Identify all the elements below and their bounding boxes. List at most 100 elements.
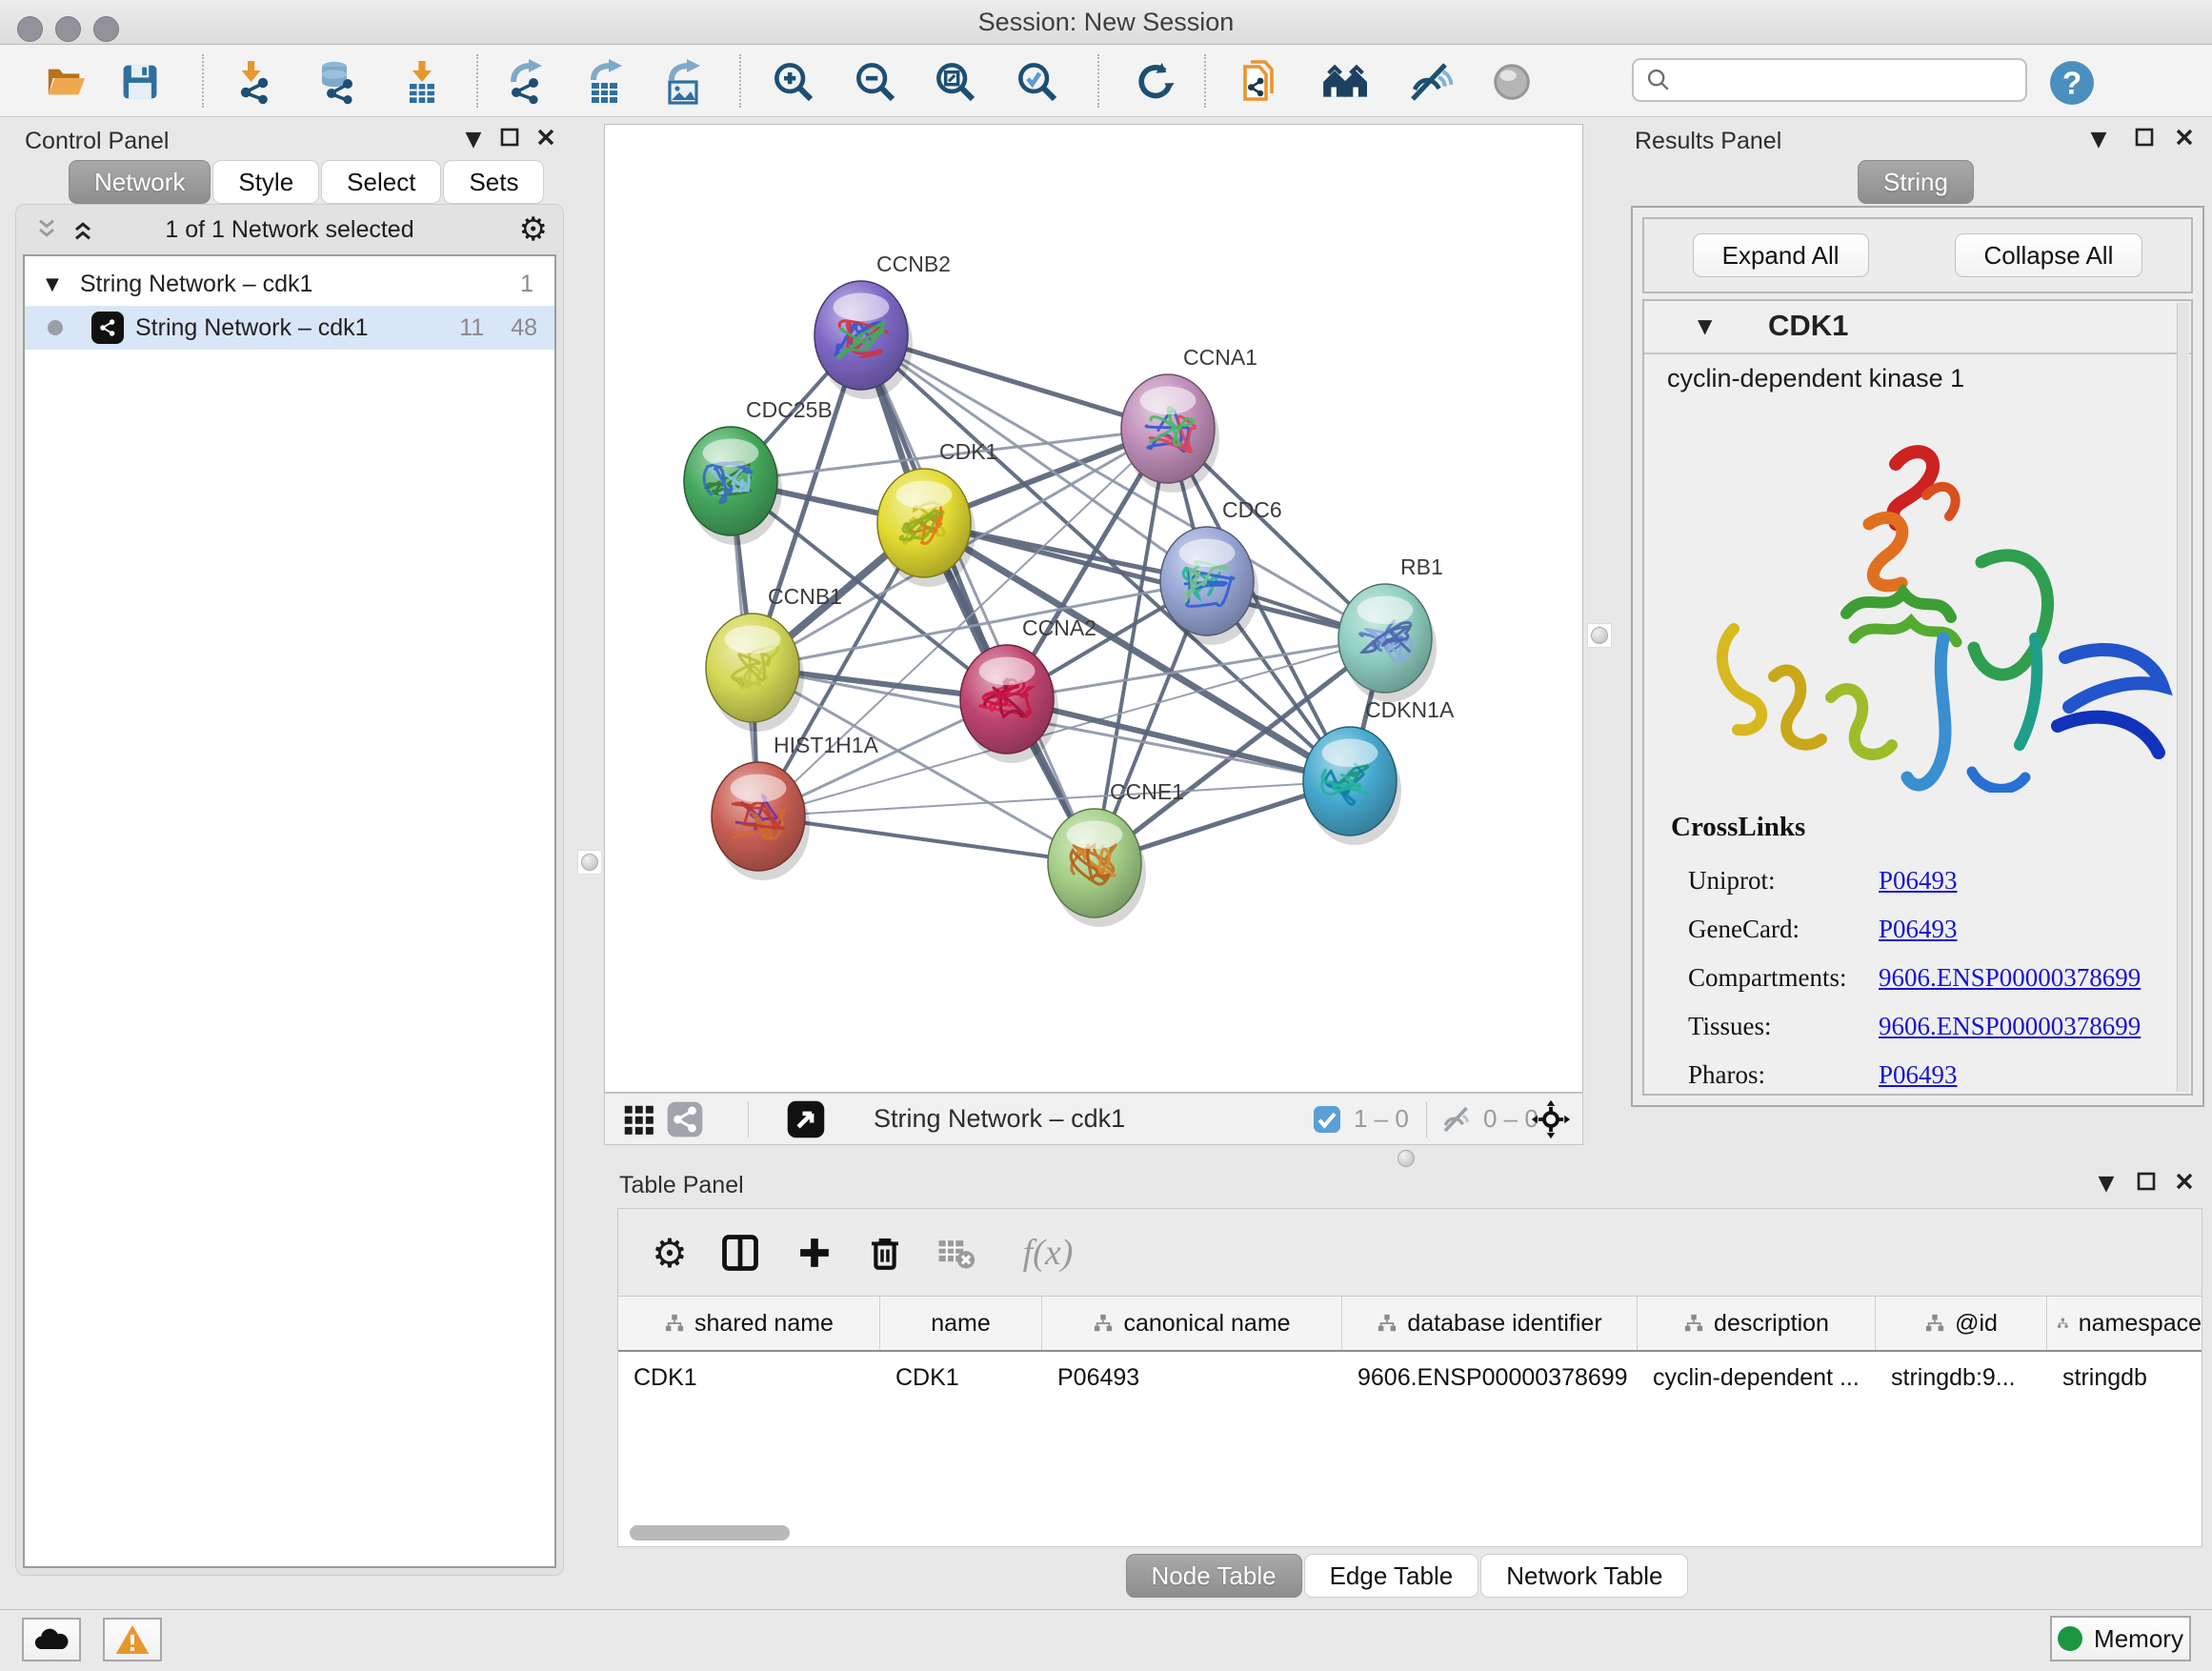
left-splitter-handle[interactable]	[577, 850, 602, 875]
hidden-eye-slash-icon[interactable]	[1439, 1094, 1474, 1144]
traffic-light-zoom[interactable]	[93, 16, 119, 42]
table-cell[interactable]: 9606.ENSP00000378699	[1342, 1352, 1638, 1403]
import-network-file-button[interactable]	[227, 56, 278, 108]
zoom-selected-button[interactable]	[1012, 56, 1063, 108]
locate-crosshair-icon[interactable]	[1531, 1094, 1571, 1144]
crosslink-link[interactable]: P06493	[1879, 915, 1958, 944]
delete-column-button[interactable]	[858, 1226, 912, 1279]
network-row[interactable]: String Network – cdk1 11 48	[25, 306, 554, 350]
panel-float-icon[interactable]	[2132, 1172, 2161, 1197]
control-panel-header: Control Panel ▼	[10, 124, 570, 160]
share-view-icon[interactable]	[666, 1094, 704, 1144]
panel-close-icon[interactable]	[2170, 128, 2199, 152]
panel-close-icon[interactable]	[532, 128, 560, 152]
table-cell[interactable]: CDK1	[880, 1352, 1042, 1403]
table-row[interactable]: CDK1CDK1P064939606.ENSP00000378699cyclin…	[618, 1352, 2202, 1403]
zoom-fit-button[interactable]	[930, 56, 981, 108]
column-header-namespace[interactable]: namespace	[2047, 1297, 2202, 1350]
tab-edge-table[interactable]: Edge Table	[1304, 1554, 1479, 1598]
export-image-button[interactable]	[657, 56, 709, 108]
network-node-hist1h1a[interactable]: HIST1H1A	[712, 733, 879, 880]
expand-all-button[interactable]: Expand All	[1693, 233, 1869, 277]
column-header-description[interactable]: description	[1638, 1297, 1876, 1350]
table-horizontal-scrollbar[interactable]	[630, 1525, 790, 1540]
search-input[interactable]	[1681, 65, 2014, 96]
column-header-canonical-name[interactable]: canonical name	[1042, 1297, 1342, 1350]
function-builder-button[interactable]: f(x)	[995, 1226, 1100, 1279]
column-header-name[interactable]: name	[880, 1297, 1042, 1350]
delete-table-button[interactable]	[929, 1226, 982, 1279]
hide-panel-button[interactable]	[1404, 56, 1456, 108]
table-settings-gear-icon[interactable]: ⚙	[643, 1226, 696, 1279]
string-home-button[interactable]	[1320, 56, 1372, 108]
panel-collapse-icon[interactable]: ▼	[459, 128, 488, 151]
tab-network-table[interactable]: Network Table	[1480, 1554, 1688, 1598]
network-node-rb1[interactable]: RB1	[1338, 554, 1443, 702]
network-node-ccna1[interactable]: CCNA1	[1121, 345, 1257, 493]
tab-style[interactable]: Style	[212, 160, 319, 204]
export-network-button[interactable]	[499, 56, 551, 108]
export-table-button[interactable]	[579, 56, 631, 108]
column-header--id[interactable]: @id	[1876, 1297, 2047, 1350]
add-column-button[interactable]	[788, 1226, 841, 1279]
crosslink-link[interactable]: P06493	[1879, 1060, 1958, 1090]
crosslink-link[interactable]: P06493	[1879, 866, 1958, 896]
eye-button[interactable]	[1486, 56, 1538, 108]
panel-float-icon[interactable]	[2130, 128, 2159, 152]
import-network-database-button[interactable]	[311, 56, 362, 108]
network-graph[interactable]: CCNB2CCNA1CDC25BCDK1CDC6RB1CCNB1CCNA2CDK…	[605, 125, 1582, 1092]
tab-string[interactable]: String	[1858, 160, 1974, 204]
collection-expand-icon[interactable]: ▼	[46, 274, 59, 294]
panel-collapse-icon[interactable]: ▼	[2084, 128, 2113, 151]
tree-options-gear-icon[interactable]: ⚙	[519, 211, 548, 249]
memory-button[interactable]: Memory	[2050, 1616, 2191, 1661]
tab-select[interactable]: Select	[321, 160, 441, 204]
import-table-file-button[interactable]	[396, 56, 448, 108]
cloud-status-button[interactable]	[22, 1618, 81, 1661]
bottom-splitter-handle[interactable]	[1395, 1147, 1418, 1170]
panel-float-icon[interactable]	[495, 128, 524, 152]
gene-expand-icon[interactable]: ▼	[1698, 314, 1712, 337]
network-node-ccnb2[interactable]: CCNB2	[814, 252, 951, 399]
tab-node-table[interactable]: Node Table	[1126, 1554, 1302, 1598]
network-collection-row[interactable]: ▼ String Network – cdk1 1	[25, 262, 554, 306]
table-cell[interactable]: cyclin-dependent ...	[1638, 1352, 1876, 1403]
column-tree-icon	[2057, 1314, 2069, 1333]
results-panel: Results Panel ▼ String Expand All Collap…	[1619, 124, 2212, 1168]
table-cell[interactable]: stringdb	[2047, 1352, 2202, 1403]
crosslink-link[interactable]: 9606.ENSP00000378699	[1879, 963, 2141, 993]
warning-status-button[interactable]	[103, 1618, 162, 1661]
gene-section-header[interactable]: ▼ CDK1	[1644, 301, 2191, 354]
share-document-button[interactable]	[1235, 56, 1286, 108]
panel-close-icon[interactable]	[2170, 1172, 2199, 1197]
network-edge[interactable]	[861, 335, 1095, 863]
show-columns-button[interactable]	[714, 1226, 767, 1279]
results-scrollbar[interactable]	[2177, 303, 2189, 1092]
zoom-in-button[interactable]	[768, 56, 819, 108]
traffic-light-close[interactable]	[17, 16, 43, 42]
selected-checkbox[interactable]	[1312, 1094, 1342, 1144]
network-node-cdkn1a[interactable]: CDKN1A	[1303, 697, 1455, 845]
collapse-all-button[interactable]: Collapse All	[1955, 233, 2143, 277]
tab-network[interactable]: Network	[69, 160, 211, 204]
column-header-database-identifier[interactable]: database identifier	[1342, 1297, 1638, 1350]
crosslink-link[interactable]: 9606.ENSP00000378699	[1879, 1012, 2141, 1041]
network-canvas[interactable]: CCNB2CCNA1CDC25BCDK1CDC6RB1CCNB1CCNA2CDK…	[604, 124, 1583, 1093]
open-session-button[interactable]	[40, 56, 91, 108]
right-splitter-handle[interactable]	[1587, 623, 1612, 648]
zoom-out-button[interactable]	[850, 56, 901, 108]
table-cell[interactable]: P06493	[1042, 1352, 1342, 1403]
table-cell[interactable]: CDK1	[618, 1352, 880, 1403]
help-button[interactable]: ?	[2046, 57, 2098, 109]
column-header-shared-name[interactable]: shared name	[618, 1297, 880, 1350]
search-box[interactable]	[1632, 58, 2027, 102]
table-cell[interactable]: stringdb:9...	[1876, 1352, 2047, 1403]
save-session-button[interactable]	[114, 56, 166, 108]
grid-view-icon[interactable]	[620, 1094, 656, 1144]
refresh-button[interactable]	[1130, 56, 1181, 108]
birdseye-view-icon[interactable]	[786, 1094, 826, 1144]
traffic-light-minimize[interactable]	[55, 16, 81, 42]
tab-sets[interactable]: Sets	[443, 160, 544, 204]
network-node-ccnb1[interactable]: CCNB1	[706, 584, 842, 732]
panel-collapse-icon[interactable]: ▼	[2092, 1172, 2121, 1196]
